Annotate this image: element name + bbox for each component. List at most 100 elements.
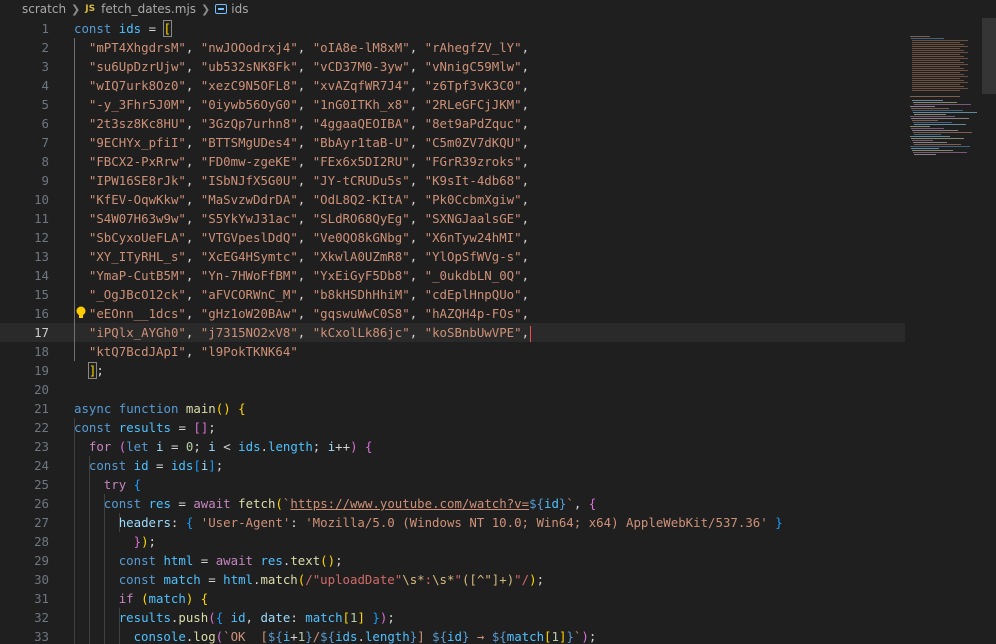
code-line[interactable]: 9 "IPW16SE8rJk", "ISbNJfX5G0U", "JY-tCRUD… xyxy=(0,171,905,190)
vertical-scrollbar[interactable] xyxy=(982,18,996,644)
minimap-line xyxy=(912,68,964,69)
code-token: { xyxy=(133,477,142,492)
lightbulb-icon[interactable] xyxy=(74,304,88,323)
code-token: const xyxy=(74,21,119,36)
code-line[interactable]: 33 console.log(`OK [${i+1}/${ids.length}]… xyxy=(0,627,905,644)
code-token: , xyxy=(297,116,313,131)
line-number[interactable]: 19 xyxy=(0,361,49,380)
code-token: "XcEG4HSymtc" xyxy=(200,249,298,264)
line-number[interactable]: 26 xyxy=(0,494,49,513)
code-line[interactable]: 1 const ids = [ xyxy=(0,19,905,38)
code-line[interactable]: 10 "KfEV-OqwKkw", "MaSvzwDdrDA", "OdL8Q2-… xyxy=(0,190,905,209)
line-number[interactable]: 21 xyxy=(0,399,49,418)
line-number[interactable]: 30 xyxy=(0,570,49,589)
line-number[interactable]: 15 xyxy=(0,285,49,304)
line-number[interactable]: 25 xyxy=(0,475,49,494)
code-line[interactable]: 19]; xyxy=(0,361,905,380)
code-line[interactable]: 16 "eEOnn__1dcs", "gHz1oW20BAw", "gqswuWw… xyxy=(0,304,905,323)
code-token: html xyxy=(223,572,253,587)
code-token: id xyxy=(230,610,246,625)
line-number[interactable]: 16 xyxy=(0,304,49,323)
code-line[interactable]: 2 "mPT4XhgdrsM", "nwJOOodrxj4", "oIA8e-lM… xyxy=(0,38,905,57)
line-number[interactable]: 33 xyxy=(0,627,49,644)
code-token: , xyxy=(297,192,313,207)
scrollbar-thumb[interactable] xyxy=(982,18,996,94)
minimap-line xyxy=(912,48,960,49)
line-number[interactable]: 1 xyxy=(0,19,49,38)
minimap-line xyxy=(911,118,969,119)
code-token: ; xyxy=(208,420,216,435)
line-number[interactable]: 6 xyxy=(0,114,49,133)
line-number[interactable]: 18 xyxy=(0,342,49,361)
code-token: { xyxy=(200,591,209,606)
code-line[interactable]: 27 headers: { 'User-Agent': 'Mozilla/5.0 … xyxy=(0,513,905,532)
code-line[interactable]: 25 try { xyxy=(0,475,905,494)
line-number[interactable]: 29 xyxy=(0,551,49,570)
line-number[interactable]: 20 xyxy=(0,380,49,399)
code-line[interactable]: 31 if (match) { xyxy=(0,589,905,608)
code-line[interactable]: 7 "9ECHYx_pfiI", "BTTSMgUDes4", "BbAyr1ta… xyxy=(0,133,905,152)
code-token: , xyxy=(185,287,201,302)
code-line[interactable]: 24 const id = ids[i]; xyxy=(0,456,905,475)
code-token: "l9PokTKNK64" xyxy=(200,344,298,359)
code-line[interactable]: 8 "FBCX2-PxRrw", "FD0mw-zgeKE", "FEx6x5DI… xyxy=(0,152,905,171)
code-token: , xyxy=(297,211,313,226)
line-number[interactable]: 22 xyxy=(0,418,49,437)
code-editor[interactable]: 1 const ids = [2 "mPT4XhgdrsM", "nwJOOodrx… xyxy=(0,18,996,644)
line-number[interactable]: 31 xyxy=(0,589,49,608)
code-line[interactable]: 12 "SbCyxoUeFLA", "VTGVpeslDdQ", "Ve0QO8k… xyxy=(0,228,905,247)
code-line[interactable]: 26 const res = await fetch(` https://www.y… xyxy=(0,494,905,513)
breadcrumb-symbol[interactable]: ids xyxy=(215,2,248,16)
line-number[interactable]: 3 xyxy=(0,57,49,76)
code-line[interactable]: 23 for (let i = 0; i < ids.length; i++) { xyxy=(0,437,905,456)
line-number[interactable]: 17 xyxy=(0,323,49,342)
code-line[interactable]: 3 "su6UpDzrUjw", "ub532sNK8Fk", "vCD37M0-… xyxy=(0,57,905,76)
code-token: ] xyxy=(208,458,216,473)
code-line[interactable]: 18 "ktQ7BcdJApI", "l9PokTKNK64" xyxy=(0,342,905,361)
minimap-line xyxy=(912,62,964,63)
code-token: , xyxy=(521,154,530,169)
code-line[interactable]: 32 results.push({ id, date: match[1] }); xyxy=(0,608,905,627)
code-line[interactable]: 21 async function main() { xyxy=(0,399,905,418)
code-token: match xyxy=(305,610,343,625)
line-number[interactable]: 11 xyxy=(0,209,49,228)
line-number[interactable]: 7 xyxy=(0,133,49,152)
line-number[interactable]: 27 xyxy=(0,513,49,532)
code-line[interactable]: 6 "2t3sz8Kc8HU", "3GzQp7urhn8", "4ggaaQEO… xyxy=(0,114,905,133)
code-line[interactable]: 11 "S4W07H63w9w", "S5YkYwJ31ac", "SLdRO68… xyxy=(0,209,905,228)
code-token: , xyxy=(409,135,425,150)
code-token: , xyxy=(185,116,201,131)
line-number[interactable]: 28 xyxy=(0,532,49,551)
line-number[interactable]: 5 xyxy=(0,95,49,114)
code-line[interactable]: 20 xyxy=(0,380,905,399)
breadcrumb-file[interactable]: JS fetch_dates.mjs xyxy=(85,2,196,16)
line-number[interactable]: 2 xyxy=(0,38,49,57)
line-number[interactable]: 12 xyxy=(0,228,49,247)
line-number[interactable]: 9 xyxy=(0,171,49,190)
line-number[interactable]: 24 xyxy=(0,456,49,475)
line-number[interactable]: 10 xyxy=(0,190,49,209)
code-token: "Pk0CcbmXgiw" xyxy=(424,192,522,207)
code-line[interactable]: 28}); xyxy=(0,532,905,551)
line-number[interactable]: 13 xyxy=(0,247,49,266)
code-line[interactable]: 14 "YmaP-CutB5M", "Yn-7HWoFfBM", "YxEiGyF… xyxy=(0,266,905,285)
code-line[interactable]: 13 "XY_ITyRHL_s", "XcEG4HSymtc", "XkwlA0U… xyxy=(0,247,905,266)
code-line[interactable]: 17 "iPQlx_AYGh0", "j7315NO2xV8", "kCxolLk… xyxy=(0,323,905,342)
line-number[interactable]: 32 xyxy=(0,608,49,627)
line-number[interactable]: 4 xyxy=(0,76,49,95)
code-line[interactable]: 5 "-y_3Fhr5J0M", "0iywb56OyG0", "1nG0ITKh… xyxy=(0,95,905,114)
line-number[interactable]: 23 xyxy=(0,437,49,456)
code-line[interactable]: 22 const results = []; xyxy=(0,418,905,437)
line-number[interactable]: 8 xyxy=(0,152,49,171)
code-line[interactable]: 15 "_OgJBcO12ck", "aFVCORWnC_M", "b8kHSDh… xyxy=(0,285,905,304)
minimap-line xyxy=(912,100,943,101)
code-token: "nwJOOodrxj4" xyxy=(200,40,298,55)
code-token: , xyxy=(185,135,201,150)
code-token: await xyxy=(215,553,261,568)
line-number[interactable]: 14 xyxy=(0,266,49,285)
breadcrumb-folder[interactable]: scratch xyxy=(22,2,66,16)
code-line[interactable]: 29 const html = await res.text(); xyxy=(0,551,905,570)
code-line[interactable]: 30 const match = html.match(/"uploadDate"… xyxy=(0,570,905,589)
code-line[interactable]: 4 "wIQ7urk8Oz0", "xezC9N5OFL8", "xvAZqfWR… xyxy=(0,76,905,95)
